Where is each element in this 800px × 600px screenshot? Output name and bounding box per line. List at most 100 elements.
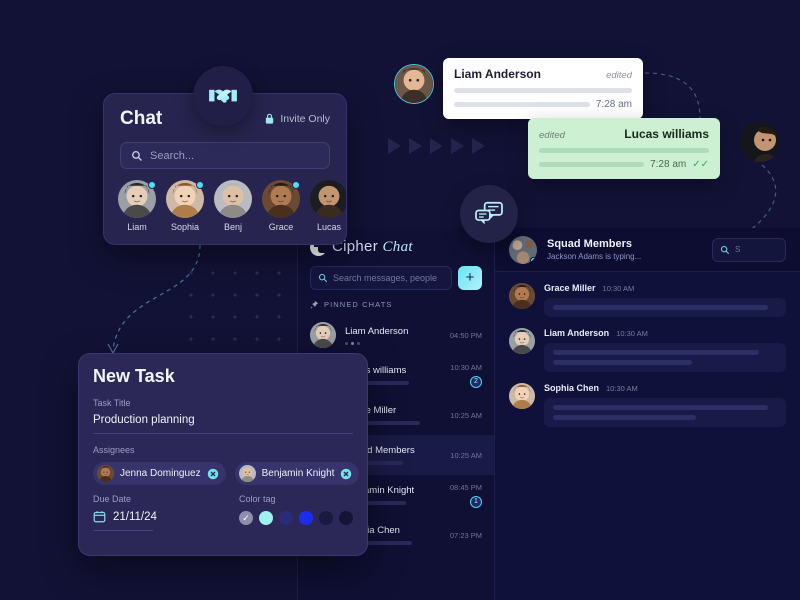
new-task-card: New Task Task Title Production planning … — [78, 353, 368, 556]
bubble-header: Liam Anderson edited — [454, 67, 632, 81]
assignee-name: Benjamin Knight — [261, 468, 335, 479]
search-placeholder: Search messages, people — [333, 273, 438, 283]
bubble-footer: 7:28 am ✓✓ — [539, 159, 709, 170]
message-line — [539, 162, 645, 167]
color-swatch[interactable] — [259, 511, 273, 525]
sender-name: Liam Anderson — [544, 328, 610, 338]
chat-list-item[interactable]: Liam Anderson 04:50 PM — [298, 315, 494, 355]
unread-badge: 2 — [470, 375, 482, 388]
chat-name: Liam Anderson — [345, 325, 409, 337]
sender-name: Lucas williams — [624, 127, 709, 141]
chat-item-meta: 10:25 AM — [450, 451, 482, 460]
avatar-image-wrap — [214, 180, 252, 218]
color-swatch[interactable] — [339, 511, 353, 525]
calendar-icon — [93, 511, 106, 523]
conversation-search-input[interactable]: S — [712, 237, 786, 262]
invite-only-badge: Invite Only — [264, 113, 330, 125]
assignee-chip[interactable]: Benjamin Knight — [234, 462, 360, 485]
avatar-image — [97, 465, 114, 482]
task-card-footer: Due Date 21/11/24 Color tag — [93, 494, 353, 531]
avatar-image — [395, 65, 433, 103]
message: Liam Anderson 10:30 AM — [495, 317, 800, 372]
due-date-picker[interactable]: 21/11/24 — [93, 510, 239, 523]
search-icon — [132, 150, 142, 161]
chat-card-search-input[interactable]: Search... — [120, 142, 330, 169]
person-sophia[interactable]: Sophia — [166, 180, 204, 232]
color-swatch[interactable] — [239, 511, 253, 525]
assignee-chip[interactable]: Jenna Dominguez — [93, 462, 226, 485]
chat-time: 08:45 PM — [449, 482, 482, 492]
person-grace[interactable]: Grace — [262, 180, 300, 232]
message-bubble — [544, 298, 786, 317]
message: Sophia Chen 10:30 AM — [495, 372, 800, 427]
chat-time: 10:30 AM — [450, 362, 482, 372]
message-time: 7:28 am — [595, 99, 632, 110]
avatar-image-wrap — [310, 180, 346, 218]
avatar — [394, 64, 434, 104]
chat-item-meta: 08:45 PM 1 — [450, 483, 482, 508]
sender-name: Liam Anderson — [454, 67, 541, 81]
avatar — [509, 383, 535, 409]
handshake-badge — [193, 66, 253, 126]
search-input[interactable]: Search messages, people — [310, 266, 452, 290]
color-swatch[interactable] — [279, 511, 293, 525]
task-title-input[interactable]: Production planning — [93, 414, 353, 426]
divider — [93, 433, 353, 434]
message-line — [553, 415, 697, 420]
avatar-image — [238, 465, 256, 482]
edited-label: edited — [539, 130, 565, 141]
chat-item-meta: 10:25 AM — [450, 411, 482, 420]
message-bubble — [544, 398, 786, 427]
message-list: Grace Miller 10:30 AM Liam Anderson 10:30 A… — [495, 272, 800, 427]
chat-time: 10:25 AM — [450, 450, 482, 460]
chat-card-title: Chat — [120, 108, 163, 129]
avatar — [166, 180, 204, 218]
pinned-chats-label: PINNED CHATS — [324, 300, 393, 309]
new-chat-button[interactable]: + — [458, 266, 482, 290]
online-indicator — [530, 256, 537, 264]
person-lucas[interactable]: Lucas — [310, 180, 346, 232]
decor-dot-grid — [180, 262, 298, 354]
message-line — [539, 148, 709, 153]
avatar — [740, 122, 780, 162]
message-body: Liam Anderson 10:30 AM — [544, 328, 786, 372]
person-name: Liam — [127, 222, 147, 232]
group-avatar — [509, 235, 537, 264]
new-task-title: New Task — [93, 366, 175, 386]
chat-item-meta: 04:50 PM — [450, 331, 482, 340]
message-body: Grace Miller 10:30 AM — [544, 283, 786, 317]
pinned-chats-header: PINNED CHATS — [298, 300, 494, 315]
chat-item-body: Liam Anderson — [345, 326, 441, 345]
person-benj[interactable]: Benj — [214, 180, 252, 232]
message-meta: Sophia Chen 10:30 AM — [544, 383, 786, 393]
floating-message-white: Liam Anderson edited 7:28 am — [443, 58, 643, 119]
close-circle-icon[interactable] — [207, 468, 219, 480]
lock-icon — [266, 113, 274, 124]
close-circle-icon[interactable] — [340, 468, 352, 480]
person-name: Sophia — [170, 222, 200, 232]
bubble-footer: 7:28 am — [454, 99, 632, 110]
typing-status: Jackson Adams is typing... — [547, 252, 642, 261]
message-body: Sophia Chen 10:30 AM — [544, 383, 786, 427]
chat-bubbles-icon — [475, 201, 503, 225]
avatar-image — [310, 180, 346, 218]
conversation-search-placeholder: S — [735, 245, 741, 254]
invite-only-label: Invite Only — [280, 113, 330, 125]
pin-icon — [310, 300, 319, 309]
sender-name: Sophia Chen — [544, 383, 600, 393]
person-liam[interactable]: Liam — [118, 180, 156, 232]
chat-time: 10:25 AM — [450, 410, 482, 420]
message-line — [553, 360, 692, 365]
avatar — [509, 328, 535, 354]
message: Grace Miller 10:30 AM — [495, 272, 800, 317]
read-receipt-icon: ✓✓ — [692, 159, 709, 170]
color-swatch-list — [239, 511, 353, 525]
avatar — [214, 180, 252, 218]
assignee-chip-list: Jenna Dominguez Benjamin Knight — [93, 462, 360, 485]
logo-word-chat: Chat — [382, 239, 413, 255]
color-swatch[interactable] — [299, 511, 313, 525]
typing-indicator — [345, 341, 441, 345]
online-indicator — [196, 181, 204, 189]
message-time: 10:30 AM — [616, 329, 648, 338]
color-swatch[interactable] — [319, 511, 333, 525]
